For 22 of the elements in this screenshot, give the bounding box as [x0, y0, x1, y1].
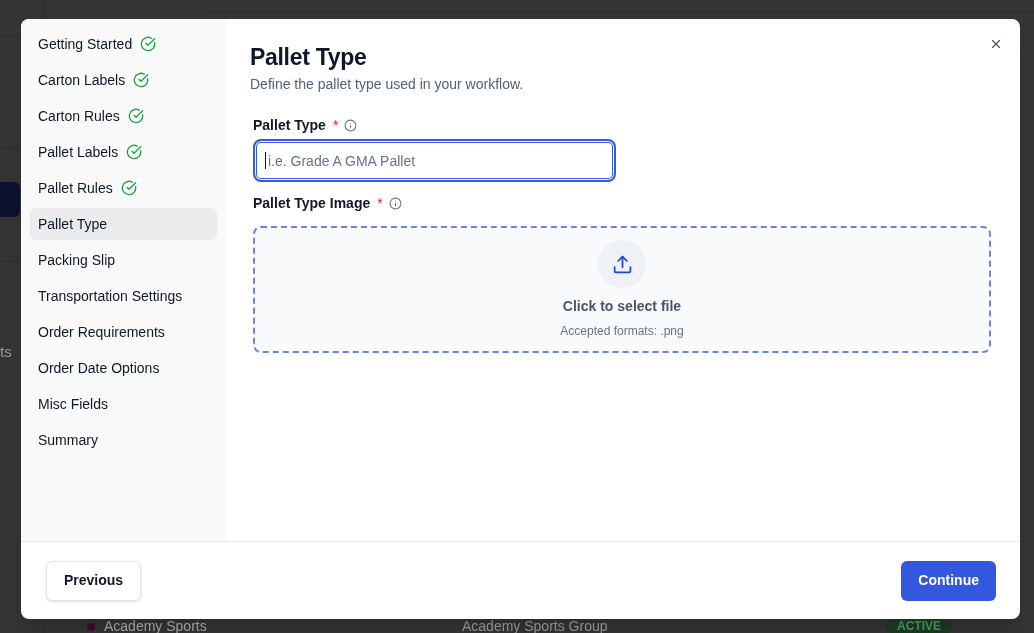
status-badge: ACTIVE	[885, 620, 953, 633]
group-name: Academy Sports Group	[462, 620, 609, 633]
dialog-description: Define the pallet type used in your workflow.	[250, 75, 525, 94]
field-label: Pallet Type Image	[253, 194, 371, 213]
step-item[interactable]: Pallet Type	[30, 208, 217, 240]
accepted-formats-hint: Accepted formats: .png	[560, 323, 684, 339]
close-icon	[989, 37, 1003, 51]
upload-prompt: Click to select file	[562, 297, 682, 316]
previous-button[interactable]: Previous	[46, 560, 142, 601]
dialog-title: Pallet Type	[250, 43, 368, 71]
required-asterisk: *	[332, 116, 339, 135]
upload-icon	[598, 240, 646, 288]
info-icon[interactable]	[344, 118, 358, 132]
side-label: ts	[0, 344, 13, 360]
info-icon[interactable]	[388, 196, 402, 210]
file-drop-zone[interactable]: Click to select file Accepted formats: .png	[253, 226, 991, 353]
company-name: Academy Sports	[104, 620, 207, 633]
text-cursor	[265, 152, 266, 169]
continue-button[interactable]: Continue	[901, 560, 996, 601]
text-input[interactable]: i.e. Grade A GMA Pallet	[253, 139, 616, 182]
field-label: Pallet Type	[253, 116, 326, 135]
required-asterisk: *	[377, 194, 383, 213]
